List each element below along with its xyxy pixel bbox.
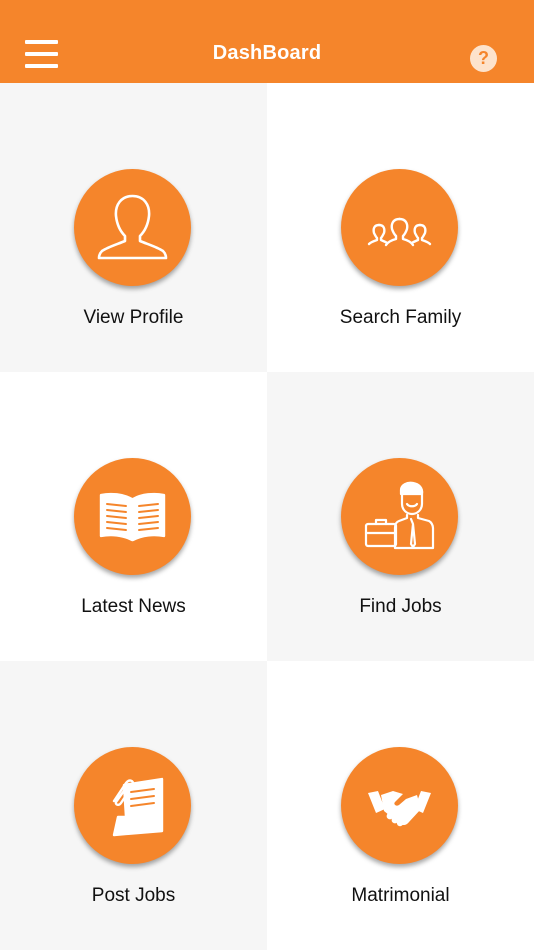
dashboard-grid: View Profile Search Family Latest News F… bbox=[0, 83, 534, 950]
tile-label: Search Family bbox=[339, 307, 462, 328]
tile-search-family[interactable]: Search Family bbox=[267, 83, 534, 372]
group-people-icon bbox=[341, 169, 458, 286]
tile-post-jobs[interactable]: Post Jobs bbox=[0, 661, 267, 950]
user-profile-icon bbox=[74, 169, 191, 286]
tile-label: Matrimonial bbox=[351, 885, 450, 906]
page-title: DashBoard bbox=[212, 42, 322, 64]
tile-label: Post Jobs bbox=[91, 885, 176, 906]
tile-view-profile[interactable]: View Profile bbox=[0, 83, 267, 372]
tile-matrimonial[interactable]: Matrimonial bbox=[267, 661, 534, 950]
tile-label: Find Jobs bbox=[359, 596, 442, 617]
tile-label: View Profile bbox=[83, 307, 184, 328]
app-header: DashBoard ? bbox=[0, 0, 534, 83]
tile-find-jobs[interactable]: Find Jobs bbox=[267, 372, 534, 661]
document-clip-icon bbox=[74, 747, 191, 864]
help-button[interactable]: ? bbox=[470, 45, 497, 72]
businessman-briefcase-icon bbox=[341, 458, 458, 575]
open-book-icon bbox=[74, 458, 191, 575]
handshake-icon bbox=[341, 747, 458, 864]
tile-label: Latest News bbox=[81, 596, 186, 617]
tile-latest-news[interactable]: Latest News bbox=[0, 372, 267, 661]
